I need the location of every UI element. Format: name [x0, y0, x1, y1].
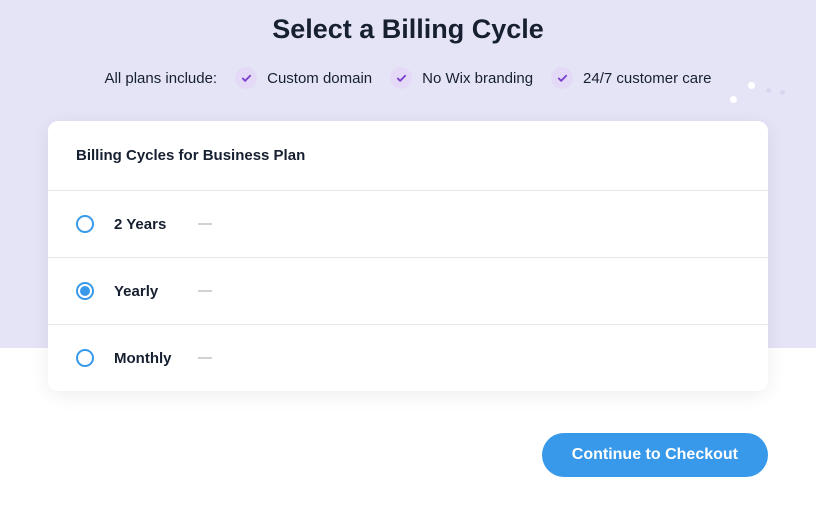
billing-card: Billing Cycles for Business Plan 2 Years… [48, 121, 768, 391]
feature-label: Custom domain [267, 70, 372, 87]
feature-support: 24/7 customer care [551, 67, 711, 89]
dash-icon [198, 223, 212, 225]
option-label: 2 Years [114, 216, 194, 233]
option-label: Monthly [114, 350, 194, 367]
radio-icon [76, 349, 94, 367]
option-label: Yearly [114, 283, 194, 300]
cta-row: Continue to Checkout [48, 433, 768, 477]
feature-label: 24/7 customer care [583, 70, 711, 87]
radio-icon [76, 282, 94, 300]
option-monthly[interactable]: Monthly [48, 325, 768, 391]
page-title: Select a Billing Cycle [0, 14, 816, 45]
dash-icon [198, 357, 212, 359]
feature-label: No Wix branding [422, 70, 533, 87]
feature-custom-domain: Custom domain [235, 67, 372, 89]
continue-checkout-button[interactable]: Continue to Checkout [542, 433, 768, 477]
card-header: Billing Cycles for Business Plan [48, 121, 768, 191]
features-row: All plans include: Custom domain No Wix … [0, 67, 816, 89]
option-yearly[interactable]: Yearly [48, 258, 768, 325]
check-icon [235, 67, 257, 89]
feature-no-branding: No Wix branding [390, 67, 533, 89]
check-icon [551, 67, 573, 89]
option-2-years[interactable]: 2 Years [48, 191, 768, 258]
radio-icon [76, 215, 94, 233]
dash-icon [198, 290, 212, 292]
check-icon [390, 67, 412, 89]
features-label: All plans include: [105, 70, 218, 87]
